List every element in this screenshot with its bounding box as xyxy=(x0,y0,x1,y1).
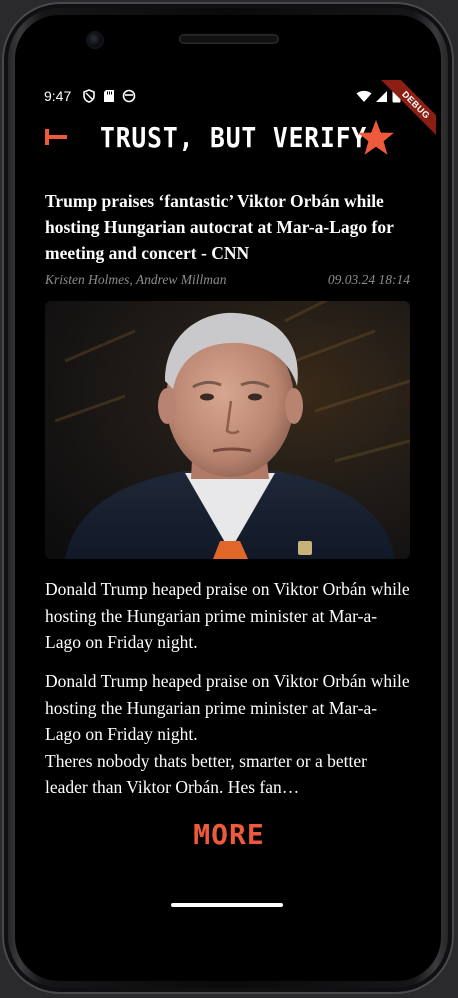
article-headline: Trump praises ‘fantastic’ Viktor Orbán w… xyxy=(45,191,394,263)
favorite-button[interactable] xyxy=(356,118,396,158)
article-date: 09.03.24 18:14 xyxy=(327,272,410,287)
article-authors: Kristen Holmes, Andrew Millman xyxy=(45,272,227,287)
article-body-paragraph: Theres nobody thats better, smarter or a… xyxy=(45,750,367,798)
status-notification-icons xyxy=(82,88,136,107)
article-image xyxy=(45,301,410,559)
status-time: 9:47 xyxy=(44,88,72,104)
home-indicator[interactable] xyxy=(171,903,283,907)
wifi-icon xyxy=(356,88,372,107)
shield-icon xyxy=(82,88,96,107)
sd-card-icon xyxy=(103,88,115,107)
star-icon xyxy=(358,120,394,155)
article-body-preview: Donald Trump heaped praise on Viktor Orb… xyxy=(45,668,410,801)
sync-status-icon xyxy=(122,88,136,107)
back-button[interactable] xyxy=(44,126,68,148)
article-summary: Donald Trump heaped praise on Viktor Orb… xyxy=(45,579,410,652)
article-body-paragraph: Donald Trump heaped praise on Viktor Orb… xyxy=(45,671,410,744)
front-camera xyxy=(88,33,102,47)
more-button[interactable]: MORE xyxy=(183,816,275,854)
back-arrow-icon xyxy=(45,129,67,145)
earpiece-speaker xyxy=(179,34,279,44)
article-meta: Kristen Holmes, Andrew Millman 09.03.24 … xyxy=(45,272,410,290)
app-title: TRUST, BUT VERIFY xyxy=(100,121,368,154)
